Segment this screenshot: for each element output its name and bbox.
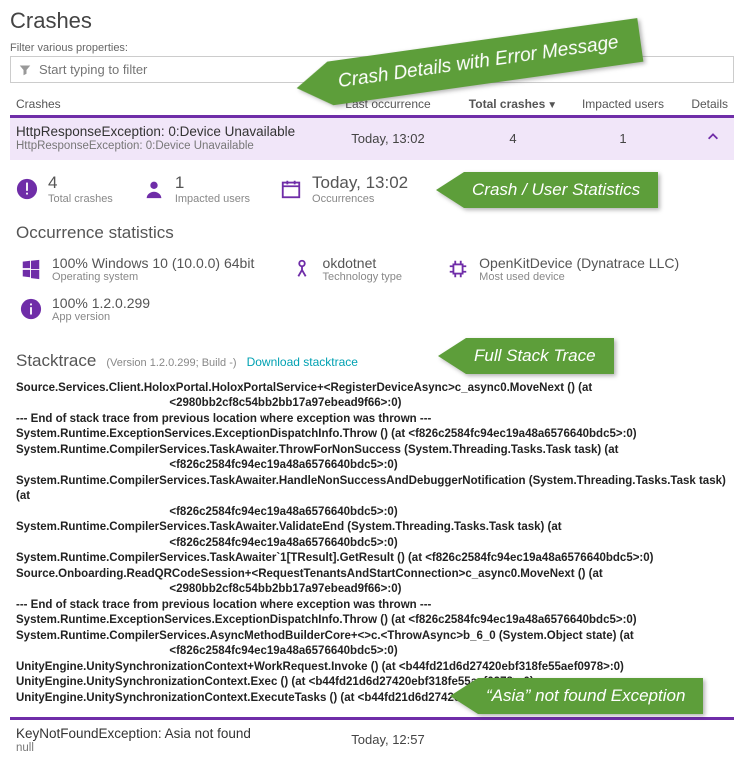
crash2-subtitle: null <box>16 742 318 754</box>
occ-device: OpenKitDevice (Dynatrace LLC)Most used d… <box>443 249 728 289</box>
crashes-page: Crashes Filter various properties: Crash… <box>0 0 744 766</box>
crash-row-expanded[interactable]: HttpResponseException: 0:Device Unavaila… <box>10 115 734 160</box>
info-icon <box>20 298 42 320</box>
tech-icon <box>291 258 313 280</box>
occurrence-grid: 100% Windows 10 (10.0.0) 64bitOperating … <box>10 249 734 335</box>
crash-title: HttpResponseException: 0:Device Unavaila… <box>16 124 318 139</box>
crash2-last: Today, 12:57 <box>318 732 458 747</box>
stacktrace-header: Stacktrace (Version 1.2.0.299; Build -) … <box>10 335 734 375</box>
occ-tech: okdotnetTechnology type <box>287 249 444 289</box>
annotation-asia: “Asia” not found Exception <box>450 678 703 714</box>
stat-total-crashes: 4Total crashes <box>16 174 113 205</box>
filter-icon <box>19 64 31 76</box>
alert-icon <box>16 178 38 200</box>
download-stacktrace-link[interactable]: Download stacktrace <box>247 355 358 369</box>
crash-row-collapsed[interactable]: KeyNotFoundException: Asia not found nul… <box>10 717 734 766</box>
crash-subtitle: HttpResponseException: 0:Device Unavaila… <box>16 140 318 152</box>
device-icon <box>447 258 469 280</box>
col-impacted[interactable]: Impacted users <box>568 97 678 111</box>
crash-impacted: 1 <box>568 131 678 146</box>
col-details: Details <box>678 97 728 111</box>
col-crashes[interactable]: Crashes <box>16 97 318 111</box>
stacktrace-body: Source.Services.Client.HoloxPortal.Holox… <box>10 375 734 717</box>
stat-impacted-users: 1Impacted users <box>143 174 250 205</box>
crash-last: Today, 13:02 <box>318 131 458 146</box>
occ-appversion: 100% 1.2.0.299App version <box>16 289 728 329</box>
sort-desc-icon: ▼ <box>547 100 557 111</box>
annotation-stacktrace: Full Stack Trace <box>438 338 614 374</box>
annotation-stats: Crash / User Statistics <box>436 172 658 208</box>
occurrence-stats-title: Occurrence statistics <box>10 213 734 249</box>
stacktrace-meta: (Version 1.2.0.299; Build -) <box>106 357 236 369</box>
windows-icon <box>20 258 42 280</box>
col-total[interactable]: Total crashes▼ <box>458 97 568 111</box>
collapse-icon[interactable] <box>678 130 728 147</box>
occ-os: 100% Windows 10 (10.0.0) 64bitOperating … <box>16 249 287 289</box>
crash-total: 4 <box>458 131 568 146</box>
stat-occurrences: Today, 13:02Occurrences <box>280 174 408 205</box>
user-icon <box>143 178 165 200</box>
calendar-icon <box>280 178 302 200</box>
stacktrace-title: Stacktrace <box>16 351 96 371</box>
crash2-title: KeyNotFoundException: Asia not found <box>16 726 318 741</box>
